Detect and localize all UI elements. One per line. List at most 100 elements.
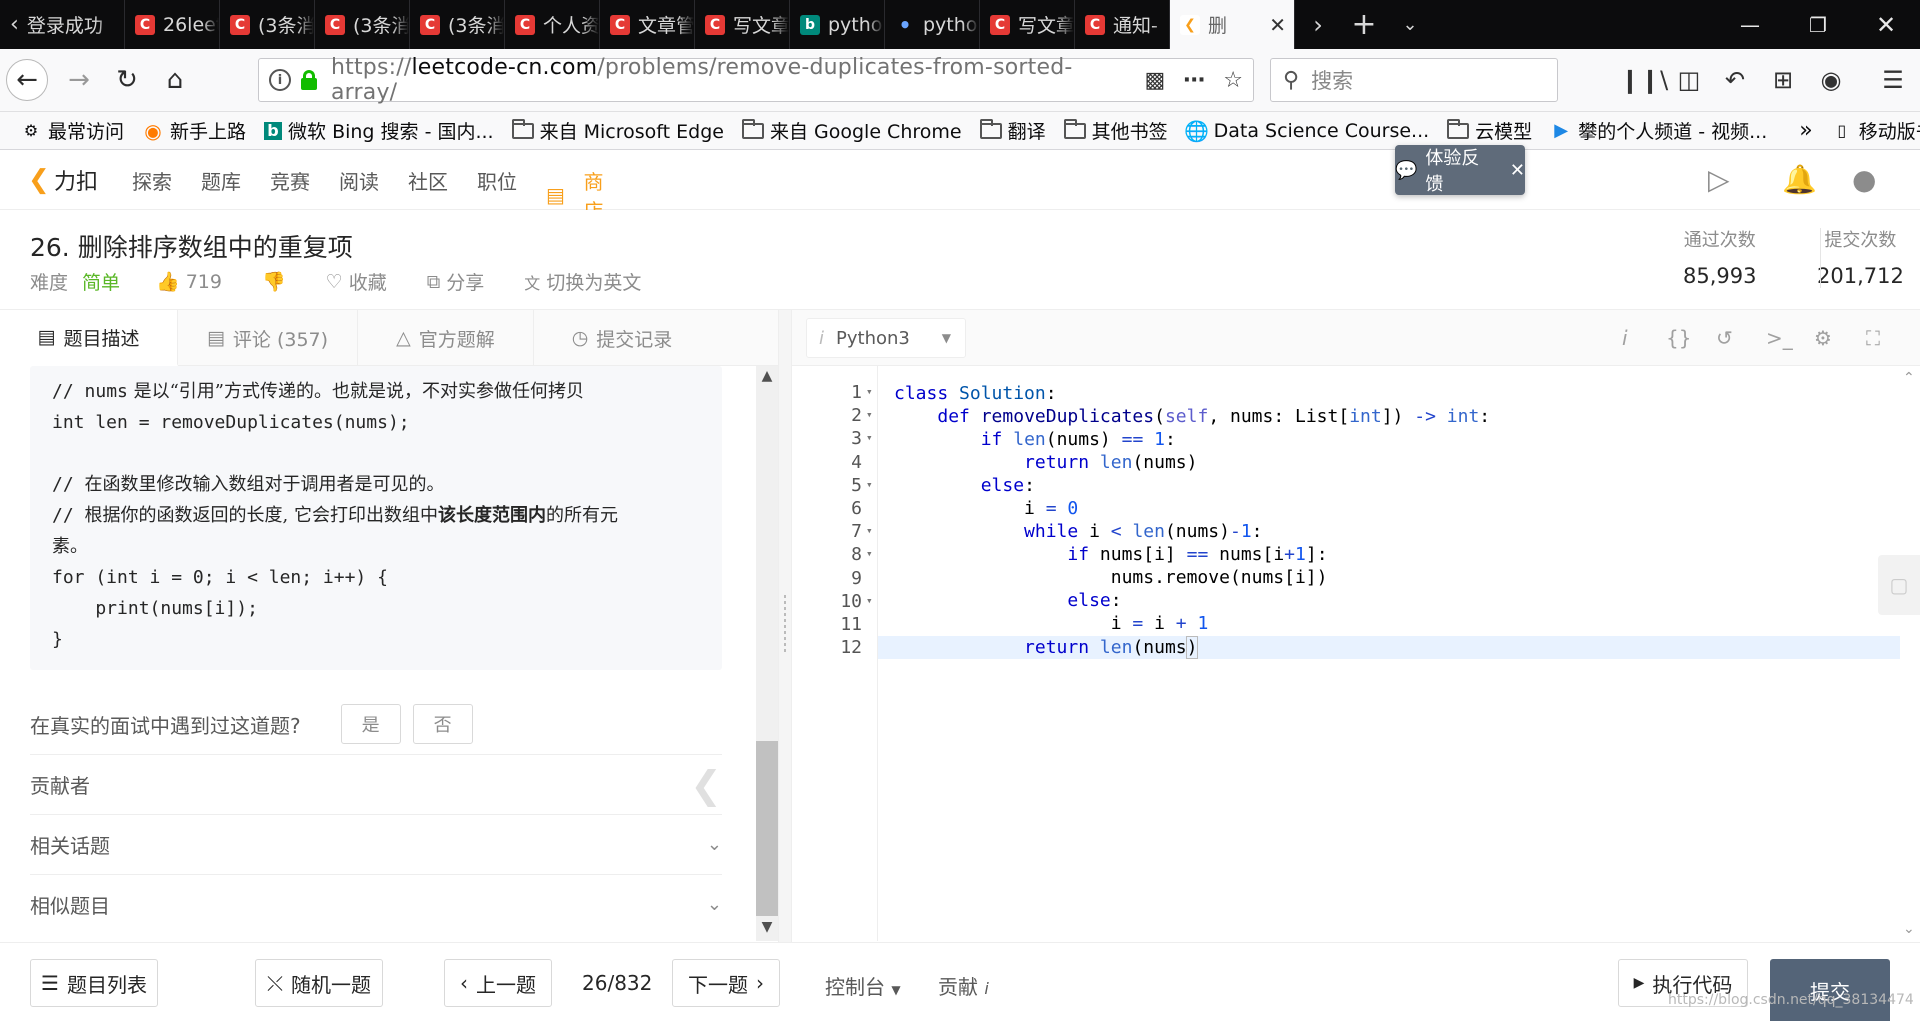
yes-button[interactable]: 是 bbox=[340, 704, 401, 744]
search-input[interactable]: ⚲ 搜索 bbox=[1270, 58, 1558, 102]
code-editor[interactable]: 1 ▾ 2 ▾ 3 ▾ 4 5 ▾ 6 7 ▾ 8 ▾ 9 10 ▾ 11 12 class Solution: d… bbox=[792, 366, 1900, 941]
contribute-link[interactable]: 贡献 i bbox=[938, 971, 989, 1000]
new-tab-icon[interactable]: + bbox=[1341, 0, 1387, 49]
browser-tab[interactable]: C 26leet bbox=[125, 0, 220, 49]
section-related-topics[interactable]: 相关话题 ⌄ bbox=[30, 814, 722, 874]
home-button[interactable]: ⌂ bbox=[154, 59, 196, 101]
bookmark-folder[interactable]: 翻译 bbox=[979, 117, 1046, 144]
star-icon[interactable]: ☆ bbox=[1223, 68, 1243, 93]
close-icon[interactable]: ✕ bbox=[1510, 160, 1525, 181]
console-toggle[interactable]: 控制台 ▼ bbox=[825, 971, 901, 1000]
qr-code-icon[interactable]: ▩ bbox=[1144, 68, 1165, 93]
braces-icon[interactable]: {} bbox=[1666, 326, 1691, 350]
tab-comments[interactable]: ▤ 评论 (357) bbox=[178, 310, 358, 366]
tab-description[interactable]: ▤ 题目描述 bbox=[0, 310, 178, 366]
window-close-icon[interactable]: ✕ bbox=[1852, 0, 1920, 49]
browser-tab[interactable]: C (3条消 bbox=[410, 0, 505, 49]
share-button[interactable]: ⧉ 分享 bbox=[427, 268, 485, 295]
browser-tab[interactable]: C 文章管 bbox=[600, 0, 695, 49]
url-bar[interactable]: i https://leetcode-cn.com/problems/remov… bbox=[258, 55, 1254, 105]
bookmark-folder[interactable]: 其他书签 bbox=[1063, 117, 1168, 144]
random-problem-button[interactable]: ⤬ 随机一题 bbox=[255, 959, 383, 1007]
reload-button[interactable]: ↻ bbox=[106, 59, 148, 101]
section-similar-problems[interactable]: 相似题目 ⌄ bbox=[30, 874, 722, 934]
close-icon[interactable]: ✕ bbox=[1269, 13, 1286, 37]
bookmark-folder[interactable]: 来自 Google Chrome bbox=[741, 117, 962, 144]
bookmark-item[interactable]: ▶ 攀的个人频道 - 视频... bbox=[1550, 117, 1767, 144]
fold-caret-icon[interactable]: ▾ bbox=[866, 385, 873, 398]
reset-icon[interactable]: ↺ bbox=[1716, 326, 1733, 350]
drag-handle[interactable] bbox=[784, 595, 786, 655]
url-text[interactable]: https://leetcode-cn.com/problems/remove-… bbox=[331, 55, 1126, 105]
bookmarks-overflow-icon[interactable]: » bbox=[1799, 118, 1812, 143]
terminal-icon[interactable]: >_ bbox=[1766, 326, 1793, 350]
tab-submissions[interactable]: ◷ 提交记录 bbox=[534, 310, 710, 366]
fold-caret-icon[interactable]: ▾ bbox=[866, 547, 873, 560]
browser-tab[interactable]: b pytho bbox=[790, 0, 885, 49]
browser-tab-active[interactable]: ❮ 删 ✕ bbox=[1170, 0, 1295, 49]
bookmark-folder[interactable]: 来自 Microsoft Edge bbox=[511, 117, 724, 144]
fold-caret-icon[interactable]: ▾ bbox=[866, 594, 873, 607]
fold-caret-icon[interactable]: ▾ bbox=[866, 478, 873, 491]
info-icon[interactable]: i bbox=[1622, 326, 1628, 350]
mobile-bookmarks[interactable]: ▯ 移动版书签 bbox=[1831, 117, 1920, 144]
undo-icon[interactable]: ↶ bbox=[1716, 61, 1754, 99]
browser-tab[interactable]: C (3条消 bbox=[220, 0, 315, 49]
bookmark-item[interactable]: ◉ 新手上路 bbox=[142, 117, 246, 144]
panel-splitter[interactable] bbox=[778, 310, 792, 942]
language-select[interactable]: i Python3 ▼ bbox=[806, 318, 966, 358]
like-button[interactable]: 👍 719 bbox=[156, 270, 222, 294]
no-button[interactable]: 否 bbox=[412, 704, 473, 744]
scrollbar-thumb[interactable] bbox=[756, 741, 778, 916]
bookmark-item[interactable]: b 微软 Bing 搜索 - 国内... bbox=[264, 117, 494, 144]
bell-icon[interactable]: 🔔 bbox=[1782, 163, 1817, 196]
browser-tab[interactable]: ‹ 登录成功 bbox=[0, 0, 125, 49]
avatar-icon[interactable]: ● bbox=[1852, 163, 1876, 196]
scroll-up-icon[interactable]: ▲ bbox=[756, 368, 778, 388]
editor-scrollbar[interactable]: ⌃ ⌄ bbox=[1900, 366, 1920, 941]
menu-icon[interactable]: ☰ bbox=[1874, 61, 1912, 99]
crop-icon[interactable]: ⊞ bbox=[1764, 61, 1802, 99]
playground-icon[interactable]: ▷ bbox=[1708, 163, 1730, 196]
description-scrollbar[interactable]: ▲ ▼ bbox=[756, 366, 778, 941]
tab-solution[interactable]: △ 官方题解 bbox=[358, 310, 534, 366]
side-panel-toggle-icon[interactable]: ▢ bbox=[1878, 555, 1920, 615]
tab-scroll-right-icon[interactable]: › bbox=[1295, 0, 1341, 49]
scroll-up-icon[interactable]: ⌃ bbox=[1903, 370, 1915, 386]
sidebar-icon[interactable]: ◫ bbox=[1670, 61, 1708, 99]
more-icon[interactable]: ⋯ bbox=[1183, 68, 1205, 93]
switch-language-button[interactable]: 文切换为英文 bbox=[524, 268, 641, 295]
tab-list-chevron-icon[interactable]: ⌄ bbox=[1387, 0, 1433, 49]
favorite-button[interactable]: ♡ 收藏 bbox=[326, 268, 387, 295]
scroll-down-icon[interactable]: ▼ bbox=[756, 919, 778, 939]
fold-caret-icon[interactable]: ▾ bbox=[866, 408, 873, 421]
forward-button[interactable]: → bbox=[58, 59, 100, 101]
library-icon[interactable]: ❙❙\ bbox=[1620, 61, 1668, 99]
chat-icon[interactable]: ◉ bbox=[1812, 61, 1850, 99]
code-area[interactable]: class Solution: def removeDuplicates(sel… bbox=[878, 366, 1900, 941]
feedback-button[interactable]: 💬 体验反馈 ✕ bbox=[1395, 145, 1525, 195]
browser-tab[interactable]: C 通知- bbox=[1075, 0, 1170, 49]
scroll-down-icon[interactable]: ⌄ bbox=[1903, 921, 1915, 937]
settings-icon[interactable]: ⚙ bbox=[1814, 326, 1832, 350]
fold-caret-icon[interactable]: ▾ bbox=[866, 431, 873, 444]
fullscreen-icon[interactable]: ⛶ bbox=[1866, 326, 1880, 350]
site-logo[interactable]: ❮ 力扣 bbox=[28, 164, 98, 196]
browser-tab[interactable]: C 个人资 bbox=[505, 0, 600, 49]
info-icon[interactable]: i bbox=[269, 69, 291, 91]
browser-tab[interactable]: • pytho bbox=[885, 0, 980, 49]
section-contributors[interactable]: 贡献者 ❮ bbox=[30, 754, 722, 814]
bookmark-folder[interactable]: 云模型 bbox=[1447, 117, 1532, 144]
problem-list-button[interactable]: ☰ 题目列表 bbox=[30, 959, 158, 1007]
prev-problem-button[interactable]: ‹ 上一题 bbox=[444, 959, 552, 1007]
browser-tab[interactable]: C (3条消 bbox=[315, 0, 410, 49]
next-problem-button[interactable]: 下一题 › bbox=[672, 959, 780, 1007]
fold-caret-icon[interactable]: ▾ bbox=[866, 524, 873, 537]
browser-tab[interactable]: C 写文章 bbox=[980, 0, 1075, 49]
dislike-button[interactable]: 👎 bbox=[262, 270, 286, 293]
submit-button[interactable]: 提交 bbox=[1770, 959, 1890, 1021]
bookmark-item[interactable]: 🌐 Data Science Course... bbox=[1184, 119, 1429, 143]
restore-icon[interactable]: ❐ bbox=[1784, 0, 1852, 49]
minimize-icon[interactable]: — bbox=[1716, 0, 1784, 49]
bookmark-item[interactable]: ⚙ 最常访问 bbox=[20, 117, 124, 144]
